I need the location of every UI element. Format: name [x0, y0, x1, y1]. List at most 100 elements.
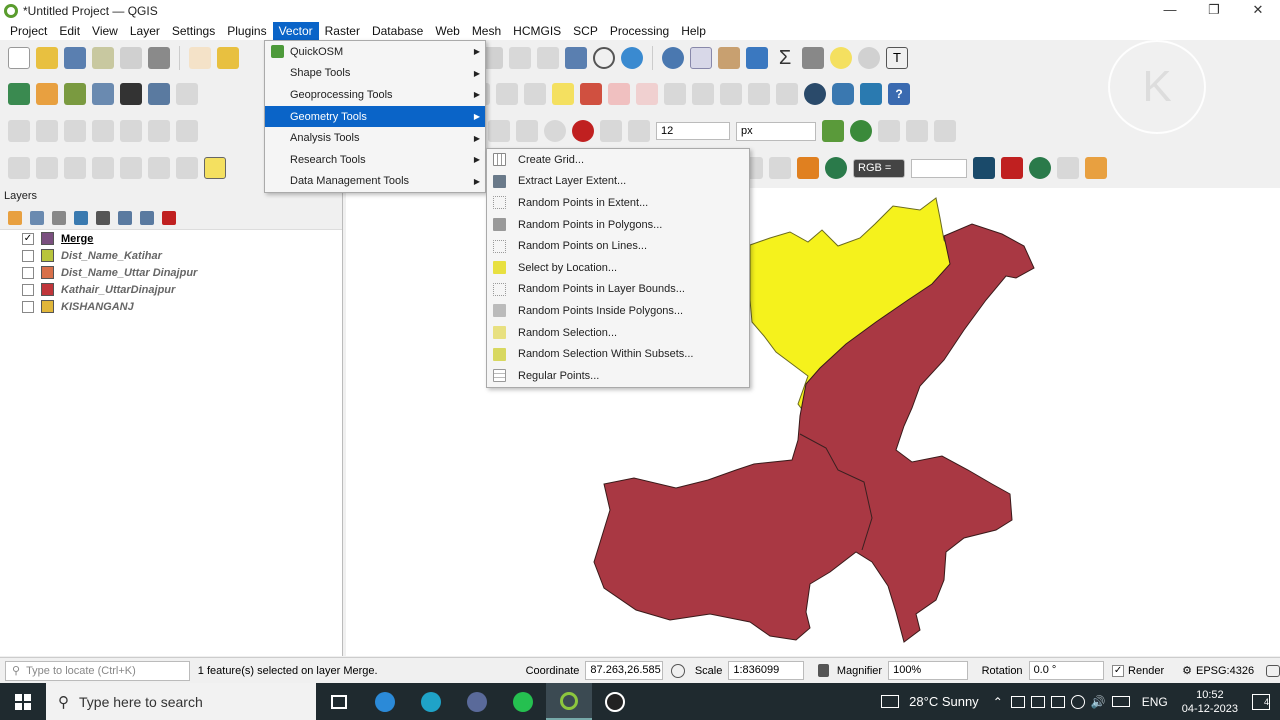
menu-raster[interactable]: Raster: [319, 22, 366, 40]
remove-icon[interactable]: [878, 120, 900, 142]
tray-network-icon[interactable]: [1030, 695, 1045, 708]
layer-visibility-checkbox[interactable]: [22, 300, 34, 313]
remove-layer-icon[interactable]: [162, 210, 176, 225]
deselect-icon[interactable]: [64, 157, 86, 179]
label-show-icon[interactable]: [636, 83, 658, 105]
clock[interactable]: 10:52 04-12-2023: [1182, 688, 1238, 716]
menu-layer[interactable]: Layer: [124, 22, 166, 40]
layer-row[interactable]: Kathair_UttarDinajpur: [0, 281, 342, 298]
menu-vector[interactable]: Vector: [272, 22, 319, 40]
menu-item-shape-tools[interactable]: Shape Tools ▶: [265, 63, 485, 85]
menu-web[interactable]: Web: [429, 22, 465, 40]
menu-item-geometry-tools[interactable]: Geometry Tools ▶: [265, 105, 485, 128]
menu-processing[interactable]: Processing: [604, 22, 675, 40]
select-feature-icon[interactable]: [8, 157, 30, 179]
label-icon[interactable]: [552, 83, 574, 105]
battery-icon[interactable]: [1050, 695, 1065, 708]
layer-visibility-checkbox[interactable]: ✓: [22, 232, 34, 245]
recorder-icon[interactable]: [592, 683, 638, 720]
stack-icon[interactable]: [860, 83, 882, 105]
globe-tray-icon[interactable]: [1070, 694, 1085, 709]
menu-item-research-tools[interactable]: Research Tools ▶: [265, 149, 485, 171]
weather-text[interactable]: 28°C Sunny: [909, 694, 979, 709]
diagram-icon[interactable]: [748, 83, 770, 105]
whatsapp-icon[interactable]: [500, 683, 546, 720]
digitize-icon[interactable]: [92, 83, 114, 105]
layer-row[interactable]: ✓ Merge: [0, 230, 342, 247]
menu-item-random-points-inside-polygons[interactable]: Random Points Inside Polygons...: [487, 300, 749, 322]
unit-dropdown[interactable]: px: [736, 121, 816, 141]
delete-feature-icon[interactable]: [148, 120, 170, 142]
layer-row[interactable]: Dist_Name_Uttar Dinajpur: [0, 264, 342, 281]
menu-hcmgis[interactable]: HCMGIS: [507, 22, 567, 40]
snapping-icon[interactable]: [600, 120, 622, 142]
measure-angle-icon[interactable]: [36, 120, 58, 142]
zoom-next-icon[interactable]: [176, 157, 198, 179]
volume-icon[interactable]: 🔊: [1091, 695, 1106, 709]
layer-visibility-checkbox[interactable]: [22, 249, 34, 262]
python-icon[interactable]: [832, 83, 854, 105]
field-calculator-icon[interactable]: [718, 47, 740, 69]
layer-row[interactable]: KISHANGANJ: [0, 298, 342, 315]
rotate-icon[interactable]: [544, 120, 566, 142]
temporal-controller-icon[interactable]: [593, 47, 615, 69]
task-view-icon[interactable]: [316, 683, 362, 720]
menu-item-random-selection[interactable]: Random Selection...: [487, 322, 749, 344]
label-move-icon[interactable]: [664, 83, 686, 105]
pan-icon[interactable]: [189, 47, 211, 69]
zoom-selection-icon[interactable]: [537, 47, 559, 69]
move-feature-icon[interactable]: [120, 120, 142, 142]
label-pin-icon[interactable]: [608, 83, 630, 105]
menu-item-geoprocessing-tools[interactable]: Geoprocessing Tools ▶: [265, 84, 485, 106]
messages-icon[interactable]: [1266, 664, 1280, 677]
coordinate-field[interactable]: 87.263,26.585: [585, 661, 663, 680]
manage-view-icon[interactable]: [52, 210, 66, 225]
menu-mesh[interactable]: Mesh: [466, 22, 507, 40]
layout-manager-icon[interactable]: [148, 47, 170, 69]
menu-help[interactable]: Help: [675, 22, 712, 40]
menu-item-quickosm[interactable]: QuickOSM ▶: [265, 41, 485, 63]
attribute-table-icon[interactable]: [690, 47, 712, 69]
add-vector-layer-icon[interactable]: [64, 83, 86, 105]
layer-visibility-checkbox[interactable]: [22, 283, 34, 296]
snapping-type-icon[interactable]: [628, 120, 650, 142]
filter-expression-icon[interactable]: [96, 210, 110, 225]
locator-search[interactable]: ⚲ Type to locate (Ctrl+K): [5, 660, 190, 681]
offset-curve-icon[interactable]: [488, 120, 510, 142]
zoom-in-icon[interactable]: [825, 157, 847, 179]
calculator-icon[interactable]: [1085, 157, 1107, 179]
menu-item-random-selection-subsets[interactable]: Random Selection Within Subsets...: [487, 343, 749, 365]
processing-toolbox-icon[interactable]: [746, 47, 768, 69]
label-change-icon[interactable]: [720, 83, 742, 105]
save-as-icon[interactable]: [92, 47, 114, 69]
label-rotate-icon[interactable]: [692, 83, 714, 105]
style-icon[interactable]: [8, 210, 22, 225]
rgb-label[interactable]: RGB =: [853, 158, 905, 178]
lock-icon[interactable]: [817, 664, 829, 677]
add-group-icon[interactable]: [30, 210, 44, 225]
open-project-icon[interactable]: [36, 47, 58, 69]
menu-item-select-by-location[interactable]: Select by Location...: [487, 257, 749, 279]
menu-item-random-points-extent[interactable]: Random Points in Extent...: [487, 192, 749, 214]
label-highlight-icon[interactable]: [580, 83, 602, 105]
magnet-icon[interactable]: [572, 120, 594, 142]
chevron-up-icon[interactable]: ⌃: [993, 695, 1003, 709]
menu-item-random-points-polygons[interactable]: Random Points in Polygons...: [487, 214, 749, 236]
layer-visibility-checkbox[interactable]: [22, 266, 34, 279]
roi-edit-icon[interactable]: [1057, 157, 1079, 179]
search-roi-icon[interactable]: [1029, 157, 1051, 179]
notification-icon[interactable]: 4: [1252, 693, 1270, 710]
menu-item-random-points-lines[interactable]: Random Points on Lines...: [487, 235, 749, 257]
menu-edit[interactable]: Edit: [53, 22, 86, 40]
expand-all-icon[interactable]: [118, 210, 132, 225]
menu-project[interactable]: Project: [4, 22, 53, 40]
digitize-shape-icon[interactable]: [8, 120, 30, 142]
menu-database[interactable]: Database: [366, 22, 429, 40]
tray-app-icon[interactable]: [1010, 695, 1025, 708]
text-annotation-icon[interactable]: T: [886, 47, 908, 69]
globe-icon[interactable]: [804, 83, 826, 105]
crs-button[interactable]: EPSG:4326: [1196, 665, 1254, 677]
menu-item-regular-points[interactable]: Regular Points...: [487, 365, 749, 387]
restore-icon[interactable]: ❐: [1192, 0, 1236, 22]
print-layout-icon[interactable]: [120, 47, 142, 69]
